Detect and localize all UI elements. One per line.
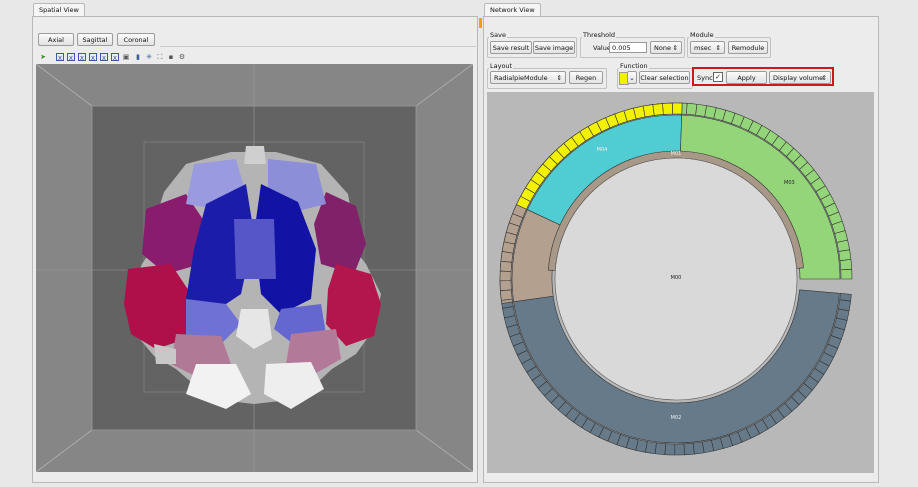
color-dropdown-button[interactable]: ⌄	[627, 71, 637, 84]
sagittal-button[interactable]: Sagittal	[77, 33, 113, 46]
save-image-button[interactable]: Save image	[533, 41, 575, 54]
node-segment-m02	[654, 442, 666, 455]
node-segment-m03	[840, 268, 853, 280]
display-mode-select[interactable]: Display volume ⇕	[769, 71, 831, 84]
save-result-button[interactable]: Save result	[490, 41, 532, 54]
tab-network-view[interactable]: Network View	[484, 3, 541, 16]
node-segment-m05	[500, 251, 514, 263]
node-segment-m02	[645, 441, 657, 455]
module-method-select[interactable]: msec ⇕	[690, 41, 725, 54]
layout-group-title: Layout	[489, 62, 514, 70]
remodule-button[interactable]: Remodule	[728, 41, 768, 54]
module-label-m03: M03	[784, 180, 795, 186]
axis-view-icon-1[interactable]: x	[56, 53, 64, 62]
display-mode-value: Display volume	[773, 74, 824, 82]
node-segment-m04	[662, 102, 673, 115]
layout-type-value: RadialpieModule	[494, 74, 548, 82]
node-segment-m03	[686, 103, 698, 116]
module-label-m01: M01	[671, 151, 682, 157]
chevron-updown-icon: ⇕	[821, 74, 827, 82]
clear-selection-button[interactable]: Clear selection	[639, 71, 690, 84]
layout-type-select[interactable]: RadialpieModule ⇕	[490, 71, 566, 84]
axis-view-icon-2[interactable]: x	[67, 53, 75, 62]
sync-checkbox[interactable]: ✓	[713, 72, 723, 82]
module-method-value: msec	[694, 44, 712, 52]
cube-icon[interactable]: ▣	[122, 53, 130, 61]
threshold-mode-value: None	[654, 44, 671, 52]
chevron-updown-icon: ⇕	[715, 44, 721, 52]
node-segment-m05	[499, 270, 512, 282]
node-segment-m02	[683, 442, 695, 456]
module-label-m00: M00	[671, 275, 682, 281]
node-segment-m05	[499, 260, 513, 272]
save-icon[interactable]: ▪	[167, 53, 175, 61]
node-segment-m05	[500, 289, 513, 301]
settings-icon[interactable]: ⚙	[178, 53, 186, 61]
axis-view-icon-4[interactable]: x	[89, 53, 97, 62]
toolbar-separator	[160, 46, 476, 47]
chevron-updown-icon: ⇕	[672, 44, 678, 52]
module-label-m04: M04	[597, 147, 608, 153]
module-group-title: Module	[689, 31, 715, 39]
threshold-group-title: Threshold	[582, 31, 617, 39]
node-segment-m02	[664, 443, 676, 456]
node-segment-m02	[839, 293, 852, 302]
fit-icon[interactable]: ⛶	[156, 53, 164, 61]
axis-view-icon-6[interactable]: x	[111, 53, 119, 62]
cursor-icon[interactable]: ➤	[39, 53, 47, 61]
node-segment-m03	[681, 102, 688, 115]
node-segment-m02	[674, 443, 685, 456]
node-segment-m03	[695, 103, 707, 117]
node-segment-m04	[652, 103, 664, 116]
chevron-down-icon: ⌄	[629, 74, 635, 82]
radial-pie-chart: M00 M01 M02 M03 M04	[499, 102, 853, 456]
coronal-button[interactable]: Coronal	[117, 33, 155, 46]
network-canvas[interactable]: M00 M01 M02 M03 M04	[487, 92, 874, 473]
function-group-title: Function	[619, 62, 649, 70]
bars-icon[interactable]: ▮	[134, 53, 142, 61]
module-label-m02: M02	[671, 415, 682, 421]
axis-view-icon-3[interactable]: x	[78, 53, 86, 62]
regen-button[interactable]: Regen	[569, 71, 603, 84]
threshold-value-input[interactable]: 0.005	[609, 42, 647, 53]
chevron-updown-icon: ⇕	[556, 74, 562, 82]
apply-button[interactable]: Apply	[726, 71, 767, 84]
star-icon[interactable]: ✳	[145, 53, 153, 61]
save-group-title: Save	[489, 31, 507, 39]
node-segment-m05	[499, 280, 512, 291]
spatial-3d-viewport[interactable]	[35, 63, 474, 473]
node-segment-m03	[839, 259, 853, 271]
node-segment-m02	[837, 299, 851, 312]
axial-button[interactable]: Axial	[38, 33, 74, 46]
tab-spatial-view[interactable]: Spatial View	[33, 3, 85, 16]
splitter-handle[interactable]	[479, 18, 482, 28]
node-segment-m04	[672, 102, 683, 115]
brain-render	[35, 63, 474, 473]
threshold-mode-select[interactable]: None ⇕	[650, 41, 682, 54]
axis-view-icon-5[interactable]: x	[100, 53, 108, 62]
